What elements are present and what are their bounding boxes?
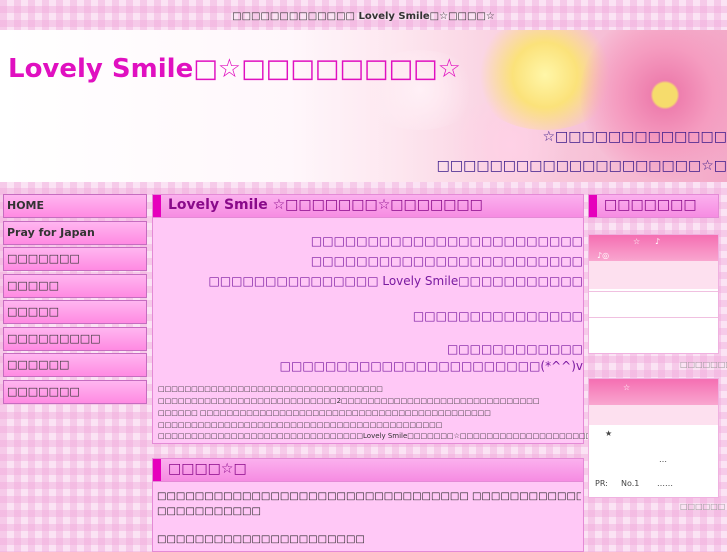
section-header: Lovely Smile ☆□□□□□□□☆□□□□□□□ bbox=[152, 194, 584, 218]
section-title: Lovely Smile ☆□□□□□□□☆□□□□□□□ bbox=[168, 197, 483, 213]
intro-small-line: □□□□□□□□□□□□□□□□□□□□□□□□□□□2□□□□□□□□□□□□… bbox=[158, 397, 540, 405]
site-title-link[interactable]: Lovely Smile□☆□□□□□□□□☆ bbox=[8, 54, 461, 84]
top-announcement-text: □□□□□□□□□□□□□ Lovely Smile□☆□□□□☆ bbox=[232, 11, 495, 22]
blog-widget: ☆ ♪ ♪◎ bbox=[588, 234, 719, 354]
nav-item[interactable]: □□□□□□□ bbox=[3, 379, 147, 404]
star-icon: ☆ bbox=[633, 237, 641, 246]
sidebar-title: □□□□□□□ bbox=[604, 197, 697, 213]
section-marker bbox=[153, 459, 161, 481]
section-body: □□□□□□□□□□□□□□□□□□□□□□□□ □□□□□□□□□□□□□□□… bbox=[152, 218, 634, 444]
header-tagline: □□□□□□□□□□□□□□□□□□□□☆□ bbox=[436, 158, 727, 174]
nav-item-pray-for-japan[interactable]: Pray for Japan bbox=[3, 220, 147, 245]
ellipsis-text: … bbox=[659, 455, 667, 464]
nav-item[interactable]: □□□□□ bbox=[3, 300, 147, 324]
top-announcement-bar: □□□□□□□□□□□□□ Lovely Smile□☆□□□□☆ bbox=[0, 0, 727, 30]
intro-small-line: □□□□□□ □□□□□□□□□□□□□□□□□□□□□□□□□□□□□□□□□… bbox=[158, 409, 491, 417]
widget-header-bar bbox=[589, 379, 718, 405]
section-title: □□□□☆□ bbox=[168, 461, 247, 477]
sidebar-header: □□□□□□□ bbox=[588, 194, 719, 218]
star-icon: ☆ bbox=[623, 383, 631, 392]
nav-item[interactable]: □□□□□□□ bbox=[3, 247, 147, 271]
widget-subtitle: ♪◎ bbox=[597, 251, 610, 260]
intro-line: □□□□□□□□□□□□□□□□□□□□□□□□ bbox=[310, 254, 583, 268]
intro-line: □□□□□□□□□□□□□□□ Lovely Smile□□□□□□□□□□□ bbox=[208, 274, 583, 288]
ellipsis-text: …… bbox=[657, 479, 673, 488]
divider bbox=[589, 291, 718, 292]
widget-footer-text: □□□□□□ bbox=[680, 502, 726, 511]
intro-small-line: □□□□□□□□□□□□□□□□□□□□□□□□□□□□□□□□□□□□□□□□… bbox=[158, 421, 443, 429]
pr-link[interactable]: No.1 bbox=[621, 479, 639, 488]
intro-section: Lovely Smile ☆□□□□□□□☆□□□□□□□ □□□□□□□□□□… bbox=[152, 194, 634, 444]
news-section: □□□□☆□ □□□□□□□□□□□□□□□□□□□□□□□□□□□□□□□□□… bbox=[152, 458, 584, 552]
blog-widget: ☆ ★ … PR: No.1 …… bbox=[588, 378, 719, 498]
intro-small-line: □□□□□□□□□□□□□□□□□□□□□□□□□□□□□□□Lovely Sm… bbox=[158, 432, 634, 440]
news-line: □□□□□□□□□□□ bbox=[157, 506, 261, 517]
intro-line: □□□□□□□□□□□□ bbox=[446, 342, 583, 356]
widget-band bbox=[589, 261, 718, 289]
news-line: □□□□□□□□□□□□□□□□□□□□□□□□□□□□□□□□□ □□□□□□… bbox=[157, 491, 581, 502]
pr-label: PR: bbox=[595, 479, 608, 488]
intro-small-line: □□□□□□□□□□□□□□□□□□□□□□□□□□□□□□□□□□ bbox=[158, 385, 383, 393]
right-sidebar: □□□□□□□ ☆ ♪ ♪◎ □□□□□□□□ ☆ ★ … PR: No.1 …… bbox=[588, 194, 727, 511]
star-bullet-icon: ★ bbox=[605, 429, 613, 438]
news-line: □□□□□□□□□□□□□□□□□□□□□□ bbox=[157, 534, 365, 545]
widget-footer-text: □□□□□□□□ bbox=[680, 360, 727, 369]
intro-line: □□□□□□□□□□□□□□□ bbox=[412, 309, 583, 323]
nav-item-home[interactable]: HOME bbox=[3, 194, 147, 218]
divider bbox=[589, 317, 718, 318]
header-tagline: ☆□□□□□□□□□□□□□ bbox=[542, 129, 727, 145]
section-header: □□□□☆□ bbox=[152, 458, 584, 482]
widget-band bbox=[589, 405, 718, 425]
intro-line: □□□□□□□□□□□□□□□□□□□□□□□□ bbox=[310, 234, 583, 248]
sidebar-nav: HOME Pray for Japan □□□□□□□ □□□□□ □□□□□ … bbox=[3, 194, 147, 406]
section-marker bbox=[589, 195, 597, 217]
nav-item[interactable]: □□□□□ bbox=[3, 273, 147, 298]
nav-item[interactable]: □□□□□□□□□ bbox=[3, 326, 147, 351]
music-note-icon: ♪ bbox=[655, 237, 661, 246]
intro-line: □□□□□□□□□□□□□□□□□□□□□□□(*^^)v bbox=[279, 359, 583, 373]
section-body: □□□□□□□□□□□□□□□□□□□□□□□□□□□□□□□□□ □□□□□□… bbox=[152, 482, 584, 552]
nav-item[interactable]: □□□□□□ bbox=[3, 353, 147, 377]
main-content: Lovely Smile ☆□□□□□□□☆□□□□□□□ □□□□□□□□□□… bbox=[152, 194, 634, 552]
header-banner: Lovely Smile□☆□□□□□□□□☆ ☆□□□□□□□□□□□□□ □… bbox=[0, 30, 727, 182]
section-marker bbox=[153, 195, 161, 217]
